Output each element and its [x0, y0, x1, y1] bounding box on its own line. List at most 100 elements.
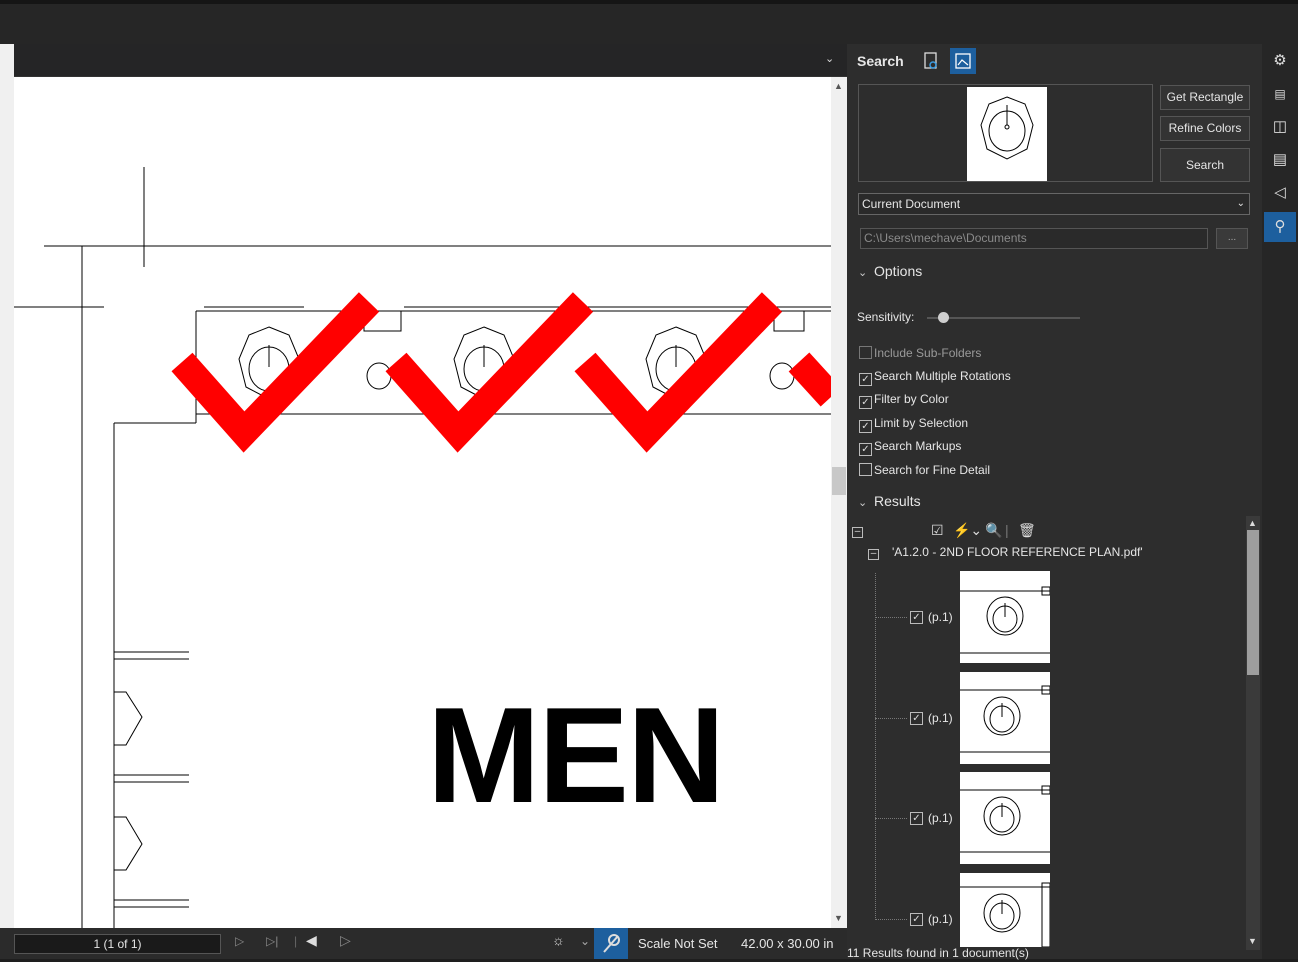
check-icon: ✓ [859, 420, 872, 433]
scale-indicator[interactable]: Scale Not Set [638, 936, 718, 951]
page-dimensions: 42.00 x 30.00 in [741, 936, 834, 951]
search-panel: Search Get Rectangle Refine Colors Searc… [847, 44, 1262, 959]
results-scrollbar[interactable]: ▲ ▼ [1246, 516, 1260, 950]
folder-path-input[interactable]: C:\Users\mechave\Documents [860, 228, 1208, 249]
canvas-vertical-scrollbar[interactable]: ▲ ▼ [831, 77, 847, 928]
check-icon: ✓ [859, 373, 872, 386]
scroll-up-icon[interactable]: ▲ [1248, 518, 1257, 528]
image-search-icon [955, 53, 971, 69]
room-label-men: MEN [427, 679, 725, 831]
sync-toggle-button[interactable] [594, 928, 628, 959]
result-thumbnail[interactable] [960, 873, 1051, 948]
next-page-icon[interactable]: ▷ [235, 934, 244, 948]
checkbox-box [859, 463, 872, 476]
ruler-icon[interactable]: ▤ [1264, 79, 1296, 109]
panel-title: Search [857, 53, 904, 69]
result-page-label: (p.1) [928, 811, 953, 825]
document-search-icon [924, 52, 937, 69]
checkbox-label: Limit by Selection [874, 416, 969, 430]
brightness-icon[interactable]: ☼ [552, 932, 565, 948]
chevron-down-icon: ⌄ [858, 497, 868, 509]
scroll-down-icon[interactable]: ▼ [834, 913, 843, 923]
collapse-all-icon[interactable]: – [852, 527, 863, 538]
browse-button[interactable]: ... [1216, 228, 1248, 249]
app-title-bar [0, 0, 1298, 44]
delete-icon[interactable]: 🗑 [1018, 522, 1036, 539]
chevron-down-icon[interactable]: ⌄ [580, 934, 590, 948]
sensitivity-slider-handle[interactable] [938, 312, 949, 323]
divider: | [1005, 522, 1009, 538]
markup-action-icon[interactable]: ⚡⌄ [953, 522, 982, 539]
checkbox-label: Filter by Color [874, 392, 949, 406]
checkbox-label: Include Sub-Folders [874, 346, 982, 360]
tag-icon[interactable]: ◁ [1264, 178, 1296, 208]
chevron-down-icon[interactable]: ⌄ [825, 52, 837, 65]
search-hit-markers [171, 292, 831, 453]
fine-detail-checkbox[interactable]: Search for Fine Detail [859, 463, 990, 477]
limit-by-selection-checkbox[interactable]: ✓ Limit by Selection [859, 416, 968, 433]
drawing-canvas[interactable]: MEN [14, 77, 831, 928]
search-button[interactable]: Search [1160, 148, 1250, 182]
checkbox-box [859, 346, 872, 359]
multiple-rotations-checkbox[interactable]: ✓ Search Multiple Rotations [859, 369, 1011, 386]
chevron-down-icon: ⌄ [1236, 198, 1245, 209]
document-tab-row: ⌄ [14, 44, 847, 77]
check-icon[interactable]: ✓ [910, 913, 923, 926]
right-tool-rail: ⚙ ▤ ◫ ▤ ◁ ⚲ [1262, 44, 1298, 959]
next-view-icon[interactable]: ▷ [340, 932, 351, 949]
settings-icon[interactable]: ⚙ [1264, 46, 1296, 76]
chevron-down-icon: ⌄ [858, 267, 868, 279]
checkbox-label: Search Multiple Rotations [874, 369, 1011, 383]
check-icon: ✓ [859, 443, 872, 456]
tree-connector [875, 573, 876, 918]
previous-view-icon[interactable]: ◀ [306, 932, 317, 949]
results-summary: 11 Results found in 1 document(s) [847, 946, 1029, 960]
select-all-checkbox-icon[interactable]: ☑ [931, 522, 944, 539]
pin-icon [603, 934, 620, 953]
result-thumbnail[interactable] [960, 571, 1051, 663]
check-icon[interactable]: ✓ [910, 611, 923, 624]
check-icon[interactable]: ✓ [910, 812, 923, 825]
search-icon[interactable]: ⚲ [1264, 212, 1296, 242]
text-search-tab[interactable] [918, 48, 944, 74]
sensitivity-label: Sensitivity: [857, 310, 915, 324]
scroll-thumb[interactable] [832, 467, 846, 495]
results-header: Results [874, 493, 921, 509]
scroll-up-icon[interactable]: ▲ [834, 81, 843, 91]
check-icon[interactable]: ✓ [910, 712, 923, 725]
status-bar: 1 (1 of 1) ▷ ▷| | ◀ ▷ ☼ ⌄ Scale Not Set … [0, 928, 847, 959]
search-scope-value: Current Document [862, 197, 961, 211]
visual-search-tab[interactable] [950, 48, 976, 74]
result-thumbnail[interactable] [960, 672, 1051, 764]
check-icon: ✓ [859, 396, 872, 409]
options-section-toggle[interactable]: ⌄ Options [858, 263, 922, 279]
checkbox-label: Search Markups [874, 439, 962, 453]
sensitivity-slider-track[interactable] [927, 317, 1080, 319]
stamp-icon[interactable]: ▤ [1264, 145, 1296, 175]
result-thumbnail[interactable] [960, 772, 1051, 864]
sample-thumbnail [967, 87, 1047, 181]
last-page-icon[interactable]: ▷| [266, 934, 278, 948]
options-header: Options [874, 263, 923, 279]
result-page-label: (p.1) [928, 610, 953, 624]
divider: | [294, 934, 298, 948]
collapse-file-icon[interactable]: – [868, 549, 879, 560]
search-scope-select[interactable]: Current Document ⌄ [858, 193, 1250, 215]
results-section-toggle[interactable]: ⌄ Results [858, 493, 921, 509]
page-number-field[interactable]: 1 (1 of 1) [14, 934, 221, 954]
result-page-label: (p.1) [928, 711, 953, 725]
search-sample-preview [858, 84, 1153, 182]
scroll-thumb[interactable] [1247, 530, 1259, 675]
scroll-down-icon[interactable]: ▼ [1248, 936, 1257, 946]
markup-list-icon[interactable]: ◫ [1264, 112, 1296, 142]
result-page-label: (p.1) [928, 912, 953, 926]
zoom-to-result-icon[interactable]: 🔍 [985, 522, 1002, 539]
result-file-name[interactable]: 'A1.2.0 - 2ND FLOOR REFERENCE PLAN.pdf' [892, 545, 1143, 559]
include-subfolders-checkbox[interactable]: Include Sub-Folders [859, 346, 981, 360]
left-panel-strip [0, 44, 14, 959]
search-markups-checkbox[interactable]: ✓ Search Markups [859, 439, 961, 456]
refine-colors-button[interactable]: Refine Colors [1160, 116, 1250, 141]
filter-by-color-checkbox[interactable]: ✓ Filter by Color [859, 392, 949, 409]
get-rectangle-button[interactable]: Get Rectangle [1160, 85, 1250, 110]
checkbox-label: Search for Fine Detail [874, 463, 991, 477]
